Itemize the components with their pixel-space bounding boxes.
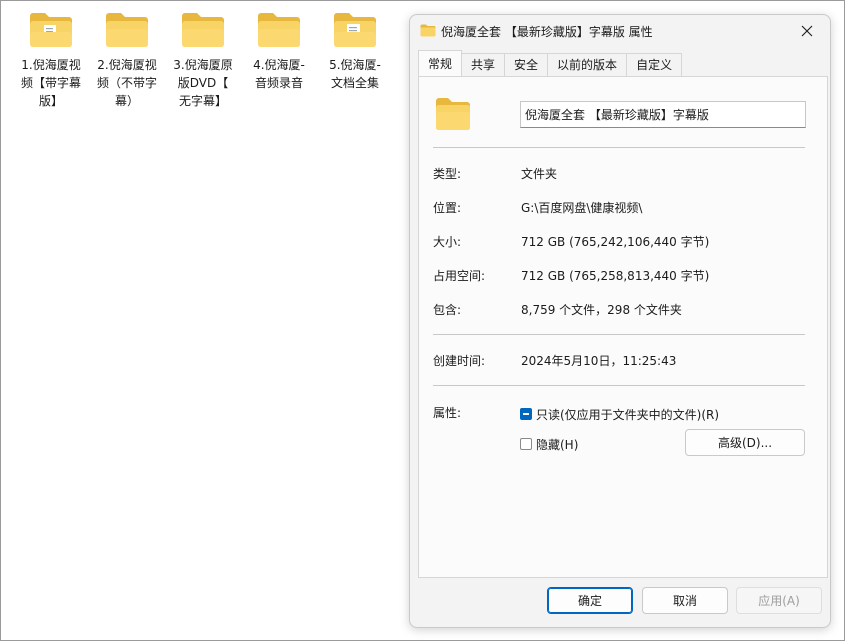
divider: [433, 385, 805, 386]
folder-name-input[interactable]: [520, 101, 806, 128]
hidden-checkbox[interactable]: [520, 438, 532, 450]
folder-icon: [30, 13, 72, 47]
apply-button[interactable]: 应用(A): [736, 587, 822, 614]
folder-icon: [258, 13, 300, 47]
ok-button[interactable]: 确定: [547, 587, 633, 614]
hidden-label[interactable]: 隐藏(H): [536, 436, 578, 453]
folder-label: 4.倪海厦- 音频录音: [253, 58, 305, 90]
desktop-folder[interactable]: 1.倪海厦视 频【带字幕 版】: [18, 12, 84, 110]
properties-dialog: 倪海厦全套 【最新珍藏版】字幕版 属性 常规 共享 安全 以前的版本 自定义 类…: [409, 14, 831, 628]
cancel-button[interactable]: 取消: [642, 587, 728, 614]
general-panel: 类型: 文件夹 位置: G:\百度网盘\健康视频\ 大小: 712 GB (76…: [418, 76, 828, 578]
desktop-folder[interactable]: 5.倪海厦- 文档全集: [322, 12, 388, 92]
created-value: 2024年5月10日，11:25:43: [521, 354, 677, 368]
divider: [433, 334, 805, 335]
folder-label: 1.倪海厦视 频【带字幕 版】: [20, 58, 81, 108]
divider: [433, 147, 805, 148]
attributes-label: 属性:: [433, 406, 462, 420]
tab-sharing[interactable]: 共享: [461, 53, 506, 76]
tab-previous-versions[interactable]: 以前的版本: [547, 53, 628, 76]
folder-label: 2.倪海厦视 频（不带字 幕）: [96, 58, 157, 108]
type-label: 类型:: [433, 167, 462, 181]
folder-label: 3.倪海厦原 版DVD【 无字幕】: [173, 58, 233, 108]
tab-general[interactable]: 常规: [418, 50, 463, 76]
size-label: 大小:: [433, 235, 462, 249]
created-label: 创建时间:: [433, 354, 486, 368]
folder-icon: [436, 98, 470, 130]
close-icon: [801, 25, 813, 37]
tab-customize[interactable]: 自定义: [626, 53, 683, 76]
readonly-checkbox[interactable]: [520, 408, 532, 420]
folder-icon: [106, 13, 148, 47]
folder-icon: [182, 13, 224, 47]
size-value: 712 GB (765,242,106,440 字节): [521, 235, 710, 249]
folder-label: 5.倪海厦- 文档全集: [329, 58, 381, 90]
size-on-disk-value: 712 GB (765,258,813,440 字节): [521, 269, 710, 283]
contains-label: 包含:: [433, 303, 462, 317]
advanced-button[interactable]: 高级(D)...: [685, 429, 805, 456]
tab-bar: 常规 共享 安全 以前的版本 自定义: [418, 50, 683, 77]
folder-icon: [334, 13, 376, 47]
desktop-folder[interactable]: 3.倪海厦原 版DVD【 无字幕】: [170, 12, 236, 110]
size-on-disk-label: 占用空间:: [433, 269, 486, 283]
tab-security[interactable]: 安全: [504, 53, 549, 76]
contains-value: 8,759 个文件，298 个文件夹: [521, 303, 682, 317]
location-label: 位置:: [433, 201, 462, 215]
title-bar[interactable]: 倪海厦全套 【最新珍藏版】字幕版 属性: [410, 15, 830, 47]
desktop-folder[interactable]: 2.倪海厦视 频（不带字 幕）: [94, 12, 160, 110]
close-button[interactable]: [792, 19, 822, 43]
location-value: G:\百度网盘\健康视频\: [521, 201, 643, 215]
desktop-folder[interactable]: 4.倪海厦- 音频录音: [246, 12, 312, 92]
dialog-title: 倪海厦全套 【最新珍藏版】字幕版 属性: [441, 25, 653, 39]
type-value: 文件夹: [521, 167, 558, 181]
readonly-label[interactable]: 只读(仅应用于文件夹中的文件)(R): [536, 406, 719, 423]
folder-icon: [420, 24, 436, 37]
